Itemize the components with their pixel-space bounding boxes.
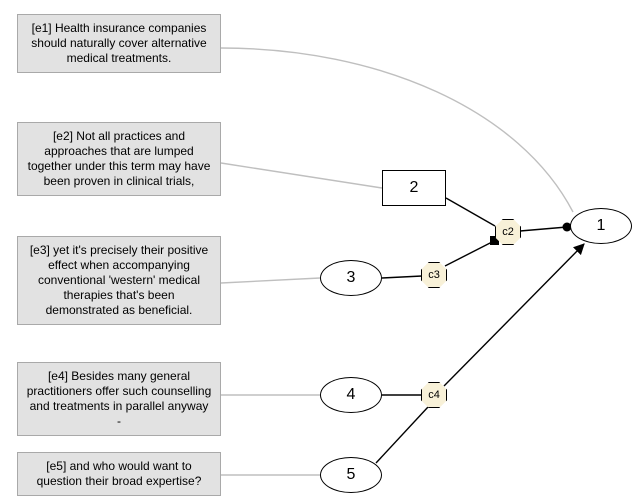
edge-c4-1 bbox=[444, 244, 584, 386]
statement-e3: [e3] yet it's precisely their positive e… bbox=[17, 236, 221, 325]
edge-c2-1 bbox=[520, 227, 567, 231]
connector-c3: c3 bbox=[421, 262, 447, 288]
edge-2-c2 bbox=[446, 198, 495, 226]
connector-c4: c4 bbox=[421, 382, 447, 408]
statement-e1: [e1] Health insurance companies should n… bbox=[17, 14, 221, 73]
connector-c2: c2 bbox=[495, 219, 521, 245]
node-2: 2 bbox=[382, 170, 446, 206]
node-4: 4 bbox=[320, 377, 382, 413]
edge-3-c3 bbox=[382, 276, 422, 278]
link-e2 bbox=[221, 163, 382, 188]
node-1: 1 bbox=[570, 208, 632, 244]
edge-c3-c2 bbox=[445, 241, 494, 266]
node-5: 5 bbox=[320, 457, 382, 493]
statement-e2: [e2] Not all practices and approaches th… bbox=[17, 122, 221, 196]
statement-e4: [e4] Besides many general practitioners … bbox=[17, 362, 221, 436]
edge-5-c4 bbox=[376, 407, 428, 463]
statement-e5: [e5] and who would want to question thei… bbox=[17, 452, 221, 496]
link-e3 bbox=[221, 278, 320, 283]
node-3: 3 bbox=[320, 260, 382, 296]
